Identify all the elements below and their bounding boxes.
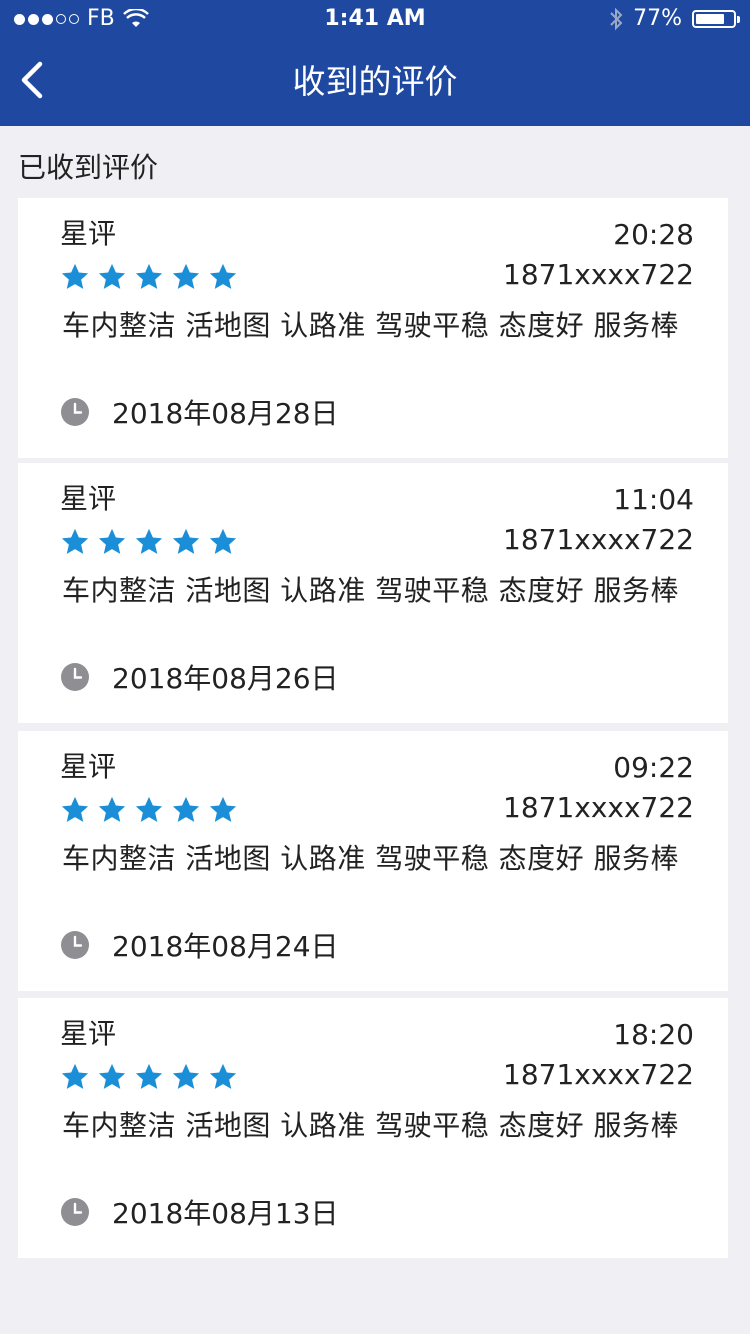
bluetooth-icon: [610, 7, 623, 31]
star-icon: [98, 796, 126, 822]
star-rating: [60, 527, 238, 557]
star-rating: [60, 262, 238, 292]
review-time: 11:04: [613, 483, 694, 516]
star-icon: [135, 528, 163, 554]
review-date: 2018年08月24日: [112, 930, 339, 963]
review-date-row: 2018年08月28日: [60, 392, 339, 432]
review-time: 09:22: [613, 751, 694, 784]
star-icon: [61, 528, 89, 554]
nav-bar: 收到的评价: [0, 38, 750, 126]
review-label: 星评: [60, 217, 117, 250]
review-date-row: 2018年08月24日: [60, 925, 339, 965]
clock-icon: [61, 931, 89, 959]
star-icon: [172, 528, 200, 554]
clock-icon: [61, 663, 89, 691]
star-icon: [209, 528, 237, 554]
reviewer-phone: 1871xxxx722: [503, 258, 694, 291]
star-icon: [135, 796, 163, 822]
review-tags: 车内整洁 活地图 认路准 驾驶平稳 态度好 服务棒: [62, 1109, 680, 1142]
star-icon: [98, 528, 126, 554]
review-date: 2018年08月28日: [112, 397, 339, 430]
battery-percent: 77%: [633, 6, 682, 31]
section-title: 已收到评价: [18, 151, 159, 184]
review-label: 星评: [60, 482, 117, 515]
review-card[interactable]: 星评 09:22 1871xxxx722 车内整洁 活地图 认路准 驾驶平稳 态度好 …: [18, 731, 728, 991]
star-rating: [60, 795, 238, 825]
star-icon: [61, 796, 89, 822]
review-date-row: 2018年08月26日: [60, 657, 339, 697]
star-icon: [61, 263, 89, 289]
review-date-row: 2018年08月13日: [60, 1192, 339, 1232]
star-icon: [61, 1063, 89, 1089]
reviewer-phone: 1871xxxx722: [503, 1058, 694, 1091]
review-date: 2018年08月26日: [112, 662, 339, 695]
star-rating: [60, 1062, 238, 1092]
review-date: 2018年08月13日: [112, 1197, 339, 1230]
clock-icon: [61, 1198, 89, 1226]
reviewer-phone: 1871xxxx722: [503, 523, 694, 556]
star-icon: [209, 263, 237, 289]
review-tags: 车内整洁 活地图 认路准 驾驶平稳 态度好 服务棒: [62, 309, 680, 342]
star-icon: [172, 1063, 200, 1089]
review-label: 星评: [60, 750, 117, 783]
review-time: 18:20: [613, 1018, 694, 1051]
star-icon: [172, 263, 200, 289]
star-icon: [209, 796, 237, 822]
reviewer-phone: 1871xxxx722: [503, 791, 694, 824]
battery-icon: [692, 10, 740, 28]
review-tags: 车内整洁 活地图 认路准 驾驶平稳 态度好 服务棒: [62, 574, 680, 607]
star-icon: [135, 263, 163, 289]
review-card[interactable]: 星评 18:20 1871xxxx722 车内整洁 活地图 认路准 驾驶平稳 态度好 …: [18, 998, 728, 1258]
status-bar: FB 1:41 AM 77%: [0, 0, 750, 38]
star-icon: [98, 1063, 126, 1089]
clock-icon: [61, 398, 89, 426]
star-icon: [135, 1063, 163, 1089]
review-card[interactable]: 星评 20:28 1871xxxx722 车内整洁 活地图 认路准 驾驶平稳 态度好 …: [18, 198, 728, 458]
status-right: 77%: [609, 0, 740, 38]
page-title: 收到的评价: [292, 62, 458, 101]
star-icon: [209, 1063, 237, 1089]
star-icon: [98, 263, 126, 289]
star-icon: [172, 796, 200, 822]
review-label: 星评: [60, 1017, 117, 1050]
header: FB 1:41 AM 77% 收到的评价: [0, 0, 750, 126]
review-time: 20:28: [613, 218, 694, 251]
review-card[interactable]: 星评 11:04 1871xxxx722 车内整洁 活地图 认路准 驾驶平稳 态度好 …: [18, 463, 728, 723]
review-tags: 车内整洁 活地图 认路准 驾驶平稳 态度好 服务棒: [62, 842, 680, 875]
